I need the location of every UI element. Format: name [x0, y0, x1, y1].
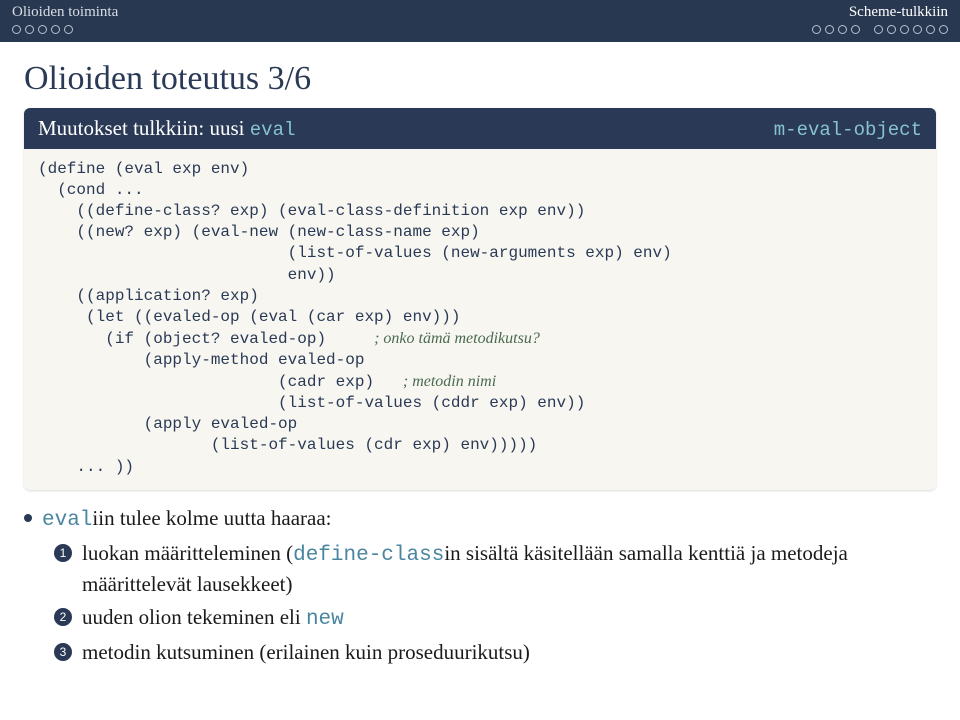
block-title-code: eval: [250, 119, 296, 141]
number-icon-1: 1: [54, 544, 72, 562]
number-icon-3: 3: [54, 643, 72, 661]
header-left: Olioiden toiminta: [12, 4, 118, 34]
bullet-item-1: 1 luokan määritteleminen (define-classin…: [54, 539, 936, 599]
bullet-list: evaliin tulee kolme uutta haaraa: 1 luok…: [24, 504, 936, 667]
bullet-item-2: 2 uuden olion tekeminen eli new: [54, 603, 936, 634]
block-label: m-eval-object: [774, 119, 922, 141]
progress-right: [812, 25, 948, 34]
bullet-icon: [24, 514, 32, 522]
slide-header: Olioiden toiminta Scheme-tulkkiin: [0, 0, 960, 42]
number-icon-2: 2: [54, 608, 72, 626]
page-title: Olioiden toteutus 3/6: [0, 42, 960, 108]
block-title-text: Muutokset tulkkiin: uusi eval: [38, 116, 295, 141]
section-left-label: Olioiden toiminta: [12, 4, 118, 21]
header-right: Scheme-tulkkiin: [812, 4, 948, 34]
section-right-label: Scheme-tulkkiin: [849, 4, 948, 21]
bullet-item-3: 3 metodin kutsuminen (erilainen kuin pro…: [54, 638, 936, 666]
bullet-main: evaliin tulee kolme uutta haaraa:: [24, 504, 936, 535]
code-block: Muutokset tulkkiin: uusi eval m-eval-obj…: [24, 108, 936, 490]
progress-left: [12, 25, 118, 34]
code-body: (define (eval exp env) (cond ... ((defin…: [24, 149, 936, 490]
block-title-bar: Muutokset tulkkiin: uusi eval m-eval-obj…: [24, 108, 936, 149]
